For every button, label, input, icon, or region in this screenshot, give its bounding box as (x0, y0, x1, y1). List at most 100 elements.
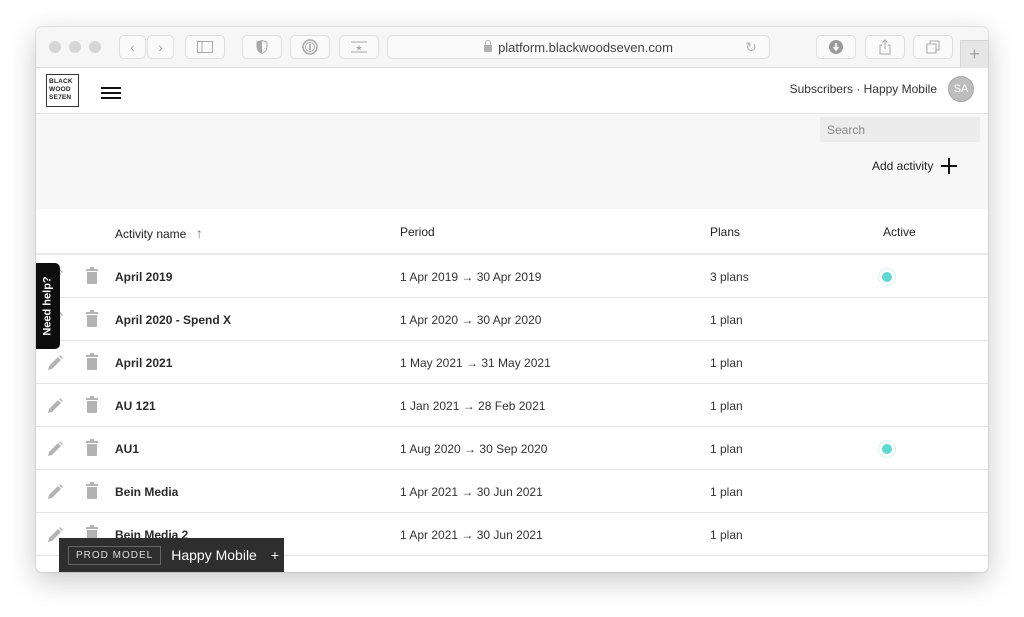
password-icon (302, 39, 318, 55)
activity-plans: 1 plan (710, 485, 743, 499)
controls-panel: Add activity (36, 115, 988, 209)
password-manager-button[interactable] (290, 35, 330, 59)
avatar[interactable]: SA (948, 76, 974, 102)
activity-name[interactable]: Bein Media (115, 485, 178, 499)
delete-icon[interactable] (86, 482, 98, 499)
share-button[interactable] (865, 35, 905, 59)
address-bar[interactable]: platform.blackwoodseven.com ↻ (387, 35, 770, 59)
model-name: Happy Mobile (171, 547, 257, 563)
table-row[interactable]: Bein Media 1 Apr 2021 → 30 Jun 2021 1 plan (36, 470, 988, 513)
edit-icon[interactable] (46, 354, 64, 372)
reload-icon[interactable]: ↻ (745, 39, 757, 56)
prod-model-badge: PROD MODEL (68, 545, 162, 565)
back-button[interactable]: ‹ (119, 35, 146, 59)
edit-icon[interactable] (46, 483, 64, 501)
activity-name[interactable]: AU1 (115, 442, 139, 456)
search-input[interactable] (820, 117, 980, 142)
blackwood-seven-logo[interactable]: BLACK WOOD SE7EN (46, 74, 79, 107)
shield-icon (256, 40, 268, 54)
activity-period: 1 Apr 2021 → 30 Jun 2021 (400, 485, 543, 499)
logo-line: SE7EN (49, 94, 72, 101)
app-header: BLACK WOOD SE7EN Subscribers · Happy Mob… (36, 68, 988, 114)
activity-period: 1 May 2021 → 31 May 2021 (400, 356, 551, 370)
hamburger-icon-bar (101, 97, 121, 99)
download-icon (829, 40, 843, 54)
table-row[interactable]: AU 121 1 Jan 2021 → 28 Feb 2021 1 plan (36, 384, 988, 427)
tabs-icon (926, 40, 940, 54)
add-model-button[interactable]: + (271, 547, 279, 563)
table-row[interactable]: April 2019 1 Apr 2019 → 30 Apr 2019 3 plan… (36, 255, 988, 298)
lock-icon (484, 39, 493, 52)
need-help-tab[interactable]: Need help? (36, 263, 60, 349)
edit-icon[interactable] (46, 397, 64, 415)
activity-name[interactable]: April 2020 - Spend X (115, 313, 231, 327)
active-indicator (878, 440, 896, 458)
add-activity-label: Add activity (872, 159, 934, 173)
logo-line: BLACK (49, 78, 73, 85)
close-window-button[interactable] (49, 41, 61, 53)
show-tabs-button[interactable] (913, 35, 953, 59)
table-row[interactable]: April 2021 1 May 2021 → 31 May 2021 1 plan (36, 341, 988, 384)
active-indicator (878, 268, 896, 286)
column-label: Activity name (115, 227, 187, 241)
back-icon: ‹ (130, 39, 135, 55)
model-switcher-bar[interactable]: PROD MODEL Happy Mobile + (59, 538, 284, 572)
downloads-button[interactable] (816, 35, 856, 59)
activity-period: 1 Jan 2021 → 28 Feb 2021 (400, 399, 546, 413)
activities-table: Activity name ↑ Period Plans Active Apri… (36, 209, 988, 556)
hamburger-icon-bar (101, 92, 121, 94)
url-text: platform.blackwoodseven.com (498, 39, 673, 55)
column-header-active[interactable]: Active (883, 225, 916, 239)
need-help-label: Need help? (42, 276, 55, 336)
bookmark-icon: ★ (351, 41, 367, 53)
activity-name[interactable]: AU 121 (115, 399, 156, 413)
activity-period: 1 Aug 2020 → 30 Sep 2020 (400, 442, 548, 456)
delete-icon[interactable] (86, 353, 98, 370)
delete-icon[interactable] (86, 267, 98, 284)
svg-text:★: ★ (355, 44, 362, 53)
activity-plans: 1 plan (710, 356, 743, 370)
activity-plans: 1 plan (710, 313, 743, 327)
activity-plans: 1 plan (710, 399, 743, 413)
share-icon (879, 39, 891, 55)
new-tab-icon: + (969, 44, 980, 64)
bookmark-button[interactable]: ★ (339, 35, 379, 59)
table-row[interactable]: April 2020 - Spend X 1 Apr 2020 → 30 Apr … (36, 298, 988, 341)
logo-line: WOOD (49, 86, 71, 93)
table-row[interactable]: AU1 1 Aug 2020 → 30 Sep 2020 1 plan (36, 427, 988, 470)
table-body: April 2019 1 Apr 2019 → 30 Apr 2019 3 plan… (36, 255, 988, 556)
delete-icon[interactable] (86, 439, 98, 456)
column-header-plans[interactable]: Plans (710, 225, 740, 239)
column-header-period[interactable]: Period (400, 225, 435, 239)
activity-plans: 3 plans (710, 270, 749, 284)
menu-button[interactable] (101, 87, 121, 100)
activity-plans: 1 plan (710, 442, 743, 456)
activity-period: 1 Apr 2020 → 30 Apr 2020 (400, 313, 542, 327)
forward-button[interactable]: › (147, 35, 174, 59)
table-header: Activity name ↑ Period Plans Active (36, 209, 988, 255)
activity-period: 1 Apr 2021 → 30 Jun 2021 (400, 528, 543, 542)
sidebar-button[interactable] (185, 35, 225, 59)
delete-icon[interactable] (86, 310, 98, 327)
privacy-button[interactable] (242, 35, 282, 59)
plus-icon (941, 158, 958, 174)
activity-name[interactable]: April 2019 (115, 270, 172, 284)
activity-name[interactable]: April 2021 (115, 356, 172, 370)
activity-period: 1 Apr 2019 → 30 Apr 2019 (400, 270, 542, 284)
add-activity-button[interactable]: Add activity (872, 158, 958, 174)
screen: ‹ › ★ platform.blackwoodseven.com ↻ + BL… (0, 0, 1024, 617)
forward-icon: › (158, 39, 163, 55)
hamburger-icon (101, 87, 121, 89)
activity-plans: 1 plan (710, 528, 743, 542)
sidebar-icon (197, 41, 213, 53)
new-tab-button[interactable]: + (960, 40, 988, 68)
edit-icon[interactable] (46, 440, 64, 458)
sort-ascending-icon: ↑ (195, 225, 203, 241)
account-context[interactable]: Subscribers · Happy Mobile (790, 82, 937, 96)
delete-icon[interactable] (86, 396, 98, 413)
column-header-activity-name[interactable]: Activity name ↑ (115, 225, 203, 241)
minimize-window-button[interactable] (69, 41, 81, 53)
browser-window: ‹ › ★ platform.blackwoodseven.com ↻ + BL… (36, 27, 988, 572)
zoom-window-button[interactable] (89, 41, 101, 53)
browser-toolbar: ‹ › ★ platform.blackwoodseven.com ↻ + (36, 27, 988, 68)
